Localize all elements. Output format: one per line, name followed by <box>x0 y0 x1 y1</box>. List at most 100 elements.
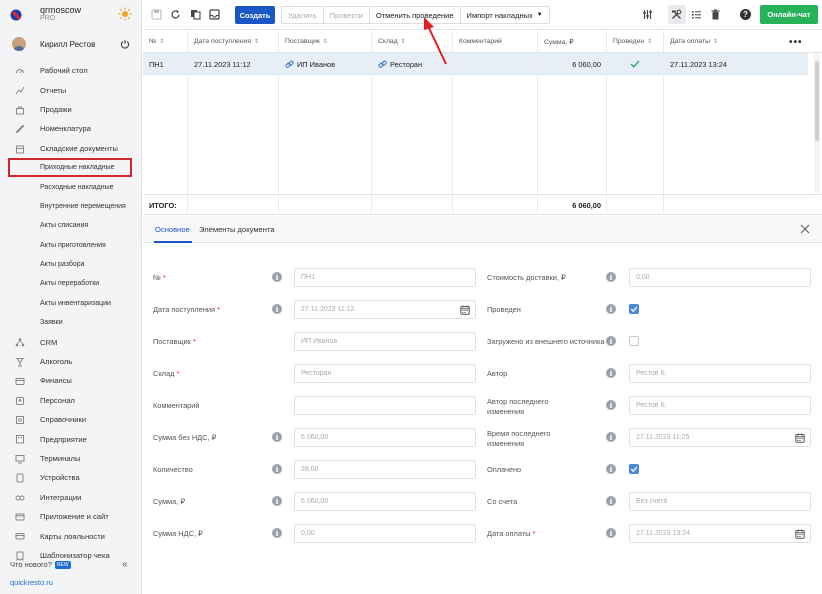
sidebar-item-17[interactable]: Персонал <box>0 391 142 410</box>
sidebar-item-16[interactable]: Финансы <box>0 371 142 390</box>
left-field-8[interactable]: 0,00 <box>294 524 476 543</box>
columns-settings-icon[interactable] <box>642 9 653 20</box>
right-field-7[interactable]: Без счета <box>629 492 811 511</box>
unpost-button[interactable]: Отменить проведение <box>370 7 461 23</box>
cell-warehouse[interactable]: Ресторан <box>372 53 422 75</box>
column-header-2[interactable]: Поставщик ⇕ <box>279 31 372 53</box>
sidebar-item-23[interactable]: Приложение и сайт <box>0 507 142 526</box>
sidebar-item-18[interactable]: Справочники <box>0 410 142 429</box>
sort-icon[interactable]: ⇕ <box>254 38 259 45</box>
info-icon[interactable]: i <box>606 528 616 538</box>
tab-main[interactable]: Основное <box>155 225 190 234</box>
info-icon[interactable]: i <box>606 400 616 410</box>
info-icon[interactable]: i <box>606 432 616 442</box>
column-header-0[interactable]: № ⇕ <box>143 31 188 53</box>
info-icon[interactable]: i <box>272 464 282 474</box>
brand[interactable]: qrmoscow PRO <box>0 0 142 30</box>
sidebar-item-22[interactable]: Интеграции <box>0 488 142 507</box>
info-icon[interactable]: i <box>606 272 616 282</box>
site-link[interactable]: quickresto.ru <box>10 578 53 587</box>
calendar-icon[interactable] <box>460 305 470 315</box>
left-field-1[interactable]: 27.11.2023 11:12 <box>294 300 476 319</box>
help-icon[interactable]: ? <box>740 9 751 20</box>
sidebar-item-21[interactable]: Устройства <box>0 468 142 487</box>
info-icon[interactable]: i <box>606 496 616 506</box>
trash-icon[interactable] <box>710 9 721 20</box>
user-profile[interactable]: Кирилл Рестов <box>0 34 142 56</box>
calendar-icon[interactable] <box>795 529 805 539</box>
info-icon[interactable]: i <box>272 496 282 506</box>
left-field-3[interactable]: Ресторан <box>294 364 476 383</box>
column-header-3[interactable]: Склад ⇕ <box>372 31 453 53</box>
left-field-4[interactable] <box>294 396 476 415</box>
info-icon[interactable]: i <box>272 432 282 442</box>
table-scrollbar[interactable] <box>814 53 820 193</box>
right-field-0[interactable]: 0,00 <box>629 268 811 287</box>
sidebar-item-4[interactable]: Складские документы <box>0 139 142 158</box>
left-field-6[interactable]: 28,00 <box>294 460 476 479</box>
info-icon[interactable]: i <box>272 272 282 282</box>
sort-icon[interactable]: ⇕ <box>401 38 406 45</box>
delete-button[interactable]: Удалить <box>282 7 324 23</box>
inbox-icon[interactable] <box>209 9 220 20</box>
close-icon[interactable] <box>799 223 811 235</box>
sidebar-item-13[interactable]: Заявки <box>0 313 142 332</box>
sidebar-item-0[interactable]: Рабочий стол <box>0 61 142 80</box>
sidebar-item-15[interactable]: Алкоголь <box>0 352 142 371</box>
sidebar-item-20[interactable]: Терминалы <box>0 449 142 468</box>
sort-icon[interactable]: ⇕ <box>647 38 652 45</box>
left-field-0[interactable]: ПН1 <box>294 268 476 287</box>
sidebar-item-12[interactable]: Акты инвентаризации <box>0 294 142 313</box>
right-checkbox-2[interactable] <box>629 336 639 346</box>
sort-icon[interactable]: ⇕ <box>713 38 718 45</box>
collapse-sidebar-icon[interactable]: « <box>122 559 128 570</box>
sidebar-item-1[interactable]: Отчеты <box>0 80 142 99</box>
right-field-3[interactable]: Рестов К. <box>629 364 811 383</box>
column-header-4[interactable]: Комментарий <box>453 31 538 53</box>
sidebar-item-10[interactable]: Акты разбора <box>0 255 142 274</box>
refresh-icon[interactable] <box>170 9 181 20</box>
left-field-7[interactable]: 6 060,00 <box>294 492 476 511</box>
list-view-icon[interactable] <box>691 9 702 20</box>
tools-toggle[interactable] <box>668 5 686 24</box>
sidebar-item-7[interactable]: Внутренние перемещения <box>0 197 142 216</box>
info-icon[interactable]: i <box>606 464 616 474</box>
right-field-8[interactable]: 27.11.2023 13:24 <box>629 524 811 543</box>
column-header-6[interactable]: Проведен ⇕ <box>607 31 664 53</box>
info-icon[interactable]: i <box>272 528 282 538</box>
create-button[interactable]: Создать <box>235 6 275 24</box>
info-icon[interactable]: i <box>606 336 616 346</box>
info-icon[interactable]: i <box>606 304 616 314</box>
right-checkbox-6[interactable] <box>629 464 639 474</box>
left-field-2[interactable]: ИП Иванов <box>294 332 476 351</box>
sort-icon[interactable]: ⇕ <box>323 38 328 45</box>
right-checkbox-1[interactable] <box>629 304 639 314</box>
online-chat-button[interactable]: Онлайн-чат <box>760 5 818 24</box>
sidebar-item-9[interactable]: Акты приготовления <box>0 236 142 255</box>
column-header-5[interactable]: Сумма, ₽ <box>538 31 607 53</box>
column-header-1[interactable]: Дата поступления ⇕ <box>188 31 279 53</box>
left-field-5[interactable]: 6 060,00 <box>294 428 476 447</box>
sidebar-item-8[interactable]: Акты списания <box>0 216 142 235</box>
copy-icon[interactable] <box>190 9 201 20</box>
right-field-5[interactable]: 27.11.2023 11:25 <box>629 428 811 447</box>
import-dropdown[interactable]: Импорт накладных ▼ <box>461 7 549 23</box>
scrollbar-thumb[interactable] <box>815 61 819 141</box>
logout-icon[interactable] <box>120 39 130 49</box>
right-field-4[interactable]: Рестов К. <box>629 396 811 415</box>
sidebar-item-2[interactable]: Продажи <box>0 100 142 119</box>
sort-icon[interactable]: ⇕ <box>159 38 164 45</box>
theme-sun-icon[interactable] <box>118 7 132 21</box>
sidebar-item-24[interactable]: Карты лояльности <box>0 526 142 545</box>
calendar-icon[interactable] <box>795 433 805 443</box>
tab-elements[interactable]: Элементы документа <box>199 225 275 234</box>
whats-new-link[interactable]: Что нового? NEW <box>10 560 71 570</box>
sidebar-item-3[interactable]: Номенклатура <box>0 119 142 138</box>
save-icon[interactable] <box>151 9 162 20</box>
info-icon[interactable]: i <box>272 304 282 314</box>
cell-supplier[interactable]: ИП Иванов <box>279 53 335 75</box>
sidebar-item-19[interactable]: Предприятие <box>0 429 142 448</box>
sidebar-item-14[interactable]: CRM <box>0 332 142 351</box>
info-icon[interactable]: i <box>606 368 616 378</box>
post-button[interactable]: Провести <box>324 7 370 23</box>
